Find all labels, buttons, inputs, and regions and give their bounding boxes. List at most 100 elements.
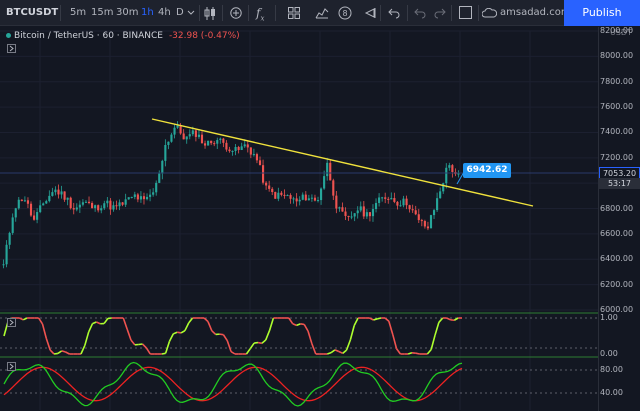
interval-4h-button[interactable]: 4h xyxy=(158,0,171,26)
stoch-segment xyxy=(349,325,356,341)
candlestick-style-icon[interactable] xyxy=(204,7,216,20)
interval-d-button[interactable]: D xyxy=(176,0,184,26)
stoch-segment xyxy=(230,350,236,355)
candle-body xyxy=(78,204,81,208)
candle-body xyxy=(2,264,5,266)
candle-body xyxy=(292,198,295,200)
candle-body xyxy=(136,194,139,200)
candle-body xyxy=(8,232,11,245)
chevron-down-icon[interactable] xyxy=(187,10,195,16)
chevron-right-icon xyxy=(9,363,14,370)
chart-canvas[interactable] xyxy=(0,27,598,411)
interval-5m-button[interactable]: 5m xyxy=(70,0,86,26)
cloud-layout-name[interactable]: amsadad.com xyxy=(500,0,571,26)
candle-body xyxy=(396,201,399,206)
stoch-pane-collapse-button[interactable] xyxy=(7,318,16,327)
price-axis-tick: 7600.00 xyxy=(600,102,634,112)
stoch-segment xyxy=(57,350,63,355)
candle-body xyxy=(200,134,204,144)
price-axis-tick: 8200.00 xyxy=(600,26,634,35)
candle-body xyxy=(130,196,133,198)
candle-body xyxy=(304,194,307,201)
candle-body xyxy=(100,208,103,211)
candle-body xyxy=(414,210,417,215)
fullscreen-icon[interactable] xyxy=(459,6,472,19)
undo-alt-icon[interactable] xyxy=(388,7,400,19)
candle-body xyxy=(231,150,234,152)
toolbar-divider xyxy=(451,5,452,21)
undo-icon[interactable] xyxy=(414,7,426,19)
candle-body xyxy=(274,192,277,199)
stoch-segment xyxy=(430,334,436,350)
publish-button[interactable]: Publish xyxy=(564,0,640,26)
stoch-segment xyxy=(292,322,297,327)
stoch-segment xyxy=(303,324,309,332)
stoch-segment xyxy=(103,317,109,325)
price-callout-label[interactable]: 6942.62 xyxy=(463,163,511,178)
stoch-segment xyxy=(168,333,175,342)
toolbar-divider xyxy=(248,5,249,21)
stoch-segment xyxy=(426,348,432,355)
candle-body xyxy=(219,138,222,141)
candle-body xyxy=(176,125,179,128)
candle-body xyxy=(310,197,313,199)
candle-body xyxy=(252,154,255,156)
templates-grid-icon[interactable] xyxy=(288,7,300,19)
candle-body xyxy=(170,134,173,142)
candle-body xyxy=(271,188,274,193)
stoch-segment xyxy=(446,317,451,321)
candle-body xyxy=(127,197,130,200)
candle-body xyxy=(399,205,402,207)
stoch-segment xyxy=(434,322,440,336)
candle-body xyxy=(323,176,326,189)
symbol-search-button[interactable]: BTCUSDT xyxy=(6,0,58,26)
stoch-segment xyxy=(161,352,166,355)
oscillator-indicator xyxy=(3,361,463,407)
candle-body xyxy=(164,144,167,161)
stoch-segment xyxy=(388,321,394,335)
stoch-segment xyxy=(80,345,86,355)
candle-body xyxy=(5,244,8,265)
candle-body xyxy=(14,208,17,218)
stoch-segment xyxy=(296,323,301,327)
candle-body xyxy=(188,134,191,137)
stoch-segment xyxy=(96,321,101,325)
redo-icon[interactable] xyxy=(434,7,446,19)
candle-body xyxy=(51,192,54,196)
candle-body xyxy=(289,195,292,199)
stoch-segment xyxy=(345,339,352,351)
candle-body xyxy=(207,140,210,146)
candle-body xyxy=(36,212,39,220)
stoch-segment xyxy=(177,331,182,334)
candle-body xyxy=(362,206,365,217)
stoch-segment xyxy=(311,343,317,355)
candle-body xyxy=(350,216,353,218)
candle-body xyxy=(118,202,121,207)
candle-body xyxy=(240,146,243,151)
candle-body xyxy=(112,205,115,210)
candle-body xyxy=(381,197,384,199)
candle-body xyxy=(356,210,359,214)
compare-add-icon[interactable] xyxy=(230,7,242,19)
candle-body xyxy=(261,165,265,183)
oscillator-pane-collapse-button[interactable] xyxy=(7,362,16,371)
candle-body xyxy=(152,192,155,195)
stoch-segment xyxy=(53,352,59,355)
stoch-segment xyxy=(369,317,374,321)
cloud-save-icon[interactable] xyxy=(482,8,497,18)
chevron-right-icon xyxy=(9,45,14,52)
candle-body xyxy=(390,198,393,200)
replay-icon[interactable] xyxy=(364,7,376,19)
interval-1h-button[interactable]: 1h xyxy=(141,0,154,26)
candle-body xyxy=(246,144,249,148)
stoch-segment xyxy=(391,334,398,349)
interval-30m-button[interactable]: 30m xyxy=(116,0,138,26)
interval-15m-button[interactable]: 15m xyxy=(91,0,113,26)
stoch-segment xyxy=(141,343,147,349)
indicators-button[interactable]: fx xyxy=(256,0,264,26)
alert-icon[interactable]: 8 xyxy=(338,6,352,20)
stoch-segment xyxy=(453,317,459,321)
compare-symbols-icon[interactable] xyxy=(315,7,329,19)
collapse-legend-button[interactable] xyxy=(7,44,16,53)
stoch-segment xyxy=(327,351,332,355)
